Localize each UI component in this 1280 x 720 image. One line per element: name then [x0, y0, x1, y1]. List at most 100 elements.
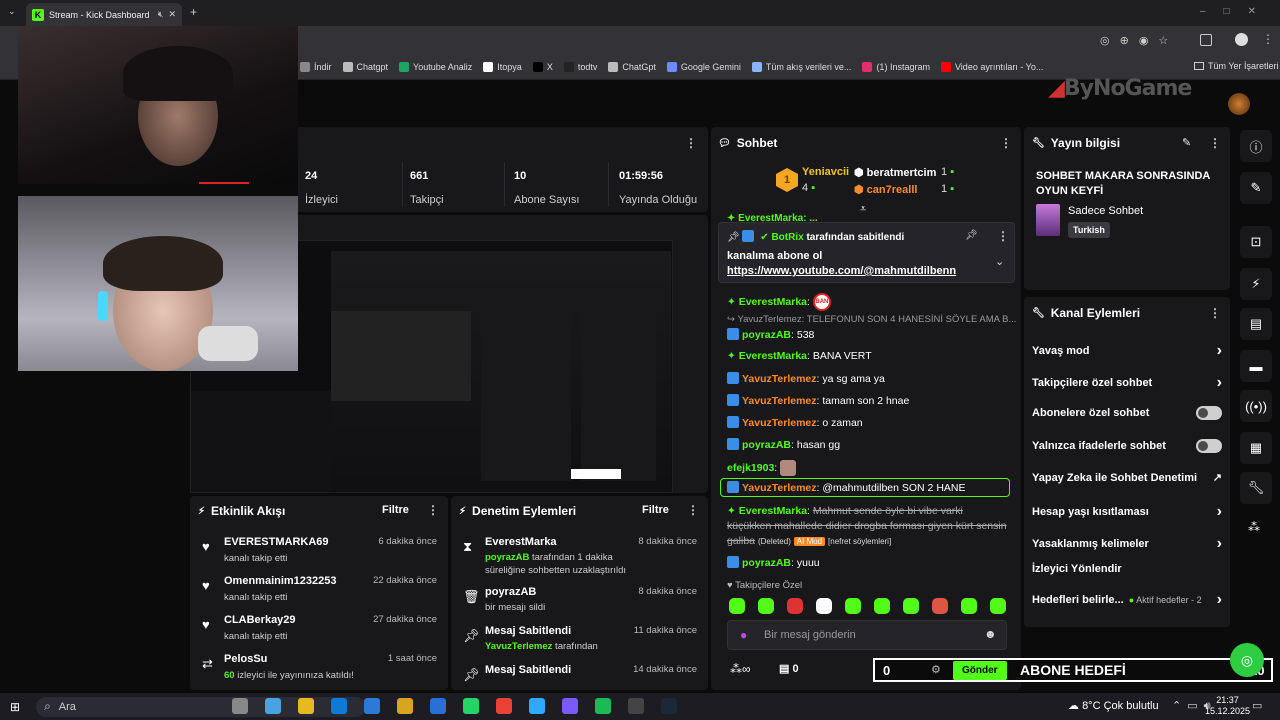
microphone-icon[interactable]: ● — [740, 628, 747, 642]
chat-message[interactable]: poyrazAB: hasan gg — [727, 438, 840, 451]
emote-icon[interactable] — [990, 598, 1006, 614]
wrench-icon[interactable]: 🔧︎ — [1240, 472, 1272, 504]
bookmark-item[interactable]: Tüm akış verileri ve... — [751, 62, 851, 72]
bookmark-item[interactable]: Google Gemini — [666, 62, 741, 72]
layout-icon[interactable]: ▦ — [1240, 432, 1272, 464]
pencil-icon[interactable]: ✎ — [1240, 172, 1272, 204]
edit-icon[interactable]: ✎ — [1182, 136, 1191, 149]
bookmark-item[interactable]: Youtube Analiz — [399, 62, 472, 72]
menu-icon[interactable]: ⋮ — [1262, 32, 1274, 46]
emote-icon[interactable] — [845, 598, 861, 614]
pinned-link[interactable]: https://www.youtube.com/@mahmutdilbenn — [727, 265, 956, 277]
points-icon[interactable]: ⁂∞ — [730, 662, 751, 676]
bookmark-item[interactable]: Video ayrıntıları - Yo... — [940, 62, 1043, 72]
channel-action-item[interactable]: Yapay Zeka ile Sohbet Denetimi ↗ — [1032, 471, 1222, 485]
event-item[interactable]: ⇄ PelosSu 60 izleyici ile yayınınıza katıl… — [202, 653, 437, 681]
weather-widget[interactable]: ☁ 8°C Çok bulutlu — [1068, 699, 1159, 712]
broadcast-icon[interactable]: ((•)) — [1240, 390, 1272, 422]
chat-message[interactable]: YavuzTerlemez: tamam son 2 hnae — [727, 394, 909, 407]
toggle-switch[interactable] — [1196, 439, 1222, 453]
emote-icon[interactable] — [932, 598, 948, 614]
extensions-icon[interactable] — [1200, 34, 1212, 46]
window-controls[interactable]: –□✕ — [1200, 6, 1274, 17]
bookmark-item[interactable]: X — [532, 62, 553, 72]
chat-message[interactable]: YavuzTerlemez: @mahmutdilben SON 2 HANE — [720, 478, 1010, 497]
event-filter-button[interactable]: Filtre — [382, 504, 409, 516]
taskbar-app-icon[interactable] — [661, 698, 677, 714]
chat-reply-preview[interactable]: ↪ YavuzTerlemez: TELEFONUN SON 4 HANESİN… — [727, 314, 1016, 325]
bookmark-item[interactable]: (1) Instagram — [862, 62, 930, 72]
event-item[interactable]: ♥ EVERESTMARKA69 kanalı takip etti 6 dakika… — [202, 536, 437, 564]
emote-icon[interactable] — [729, 598, 745, 614]
windows-start-icon[interactable]: ⊞ — [10, 700, 20, 714]
bookmark-item[interactable]: Chatgpt — [342, 62, 388, 72]
emoji-icon[interactable]: ☻ — [984, 627, 997, 641]
chat-input[interactable]: ● Bir mesaj gönderin ☻ — [727, 620, 1007, 650]
bookmark-item[interactable]: İndir — [300, 62, 332, 72]
emote-icon[interactable] — [874, 598, 890, 614]
channel-action-item[interactable]: Hedefleri belirle... ● Aktif hedefler - 2… — [1032, 591, 1222, 609]
emote-icon[interactable] — [903, 598, 919, 614]
moderation-menu-icon[interactable]: ⋮ — [687, 503, 699, 517]
new-tab-button[interactable]: + — [190, 5, 197, 19]
bookmark-item[interactable]: ChatGpt — [608, 62, 656, 72]
stats-menu-icon[interactable]: ⋮ — [685, 136, 697, 150]
taskbar-app-icon[interactable] — [232, 698, 248, 714]
channel-actions-menu-icon[interactable]: ⋮ — [1209, 306, 1221, 320]
taskbar-app-icon[interactable] — [496, 698, 512, 714]
emote-icon[interactable] — [758, 598, 774, 614]
emote-icon[interactable] — [961, 598, 977, 614]
event-item[interactable]: ♥ Omenmainim1232253 kanalı takip etti 22 da… — [202, 575, 437, 603]
notes-icon[interactable]: ▤ — [1240, 308, 1272, 340]
bookmark-item[interactable]: Itopya — [483, 62, 522, 72]
channel-action-item[interactable]: Hesap yaşı kısıtlaması › — [1032, 503, 1222, 521]
emote-icon[interactable] — [816, 598, 832, 614]
unpin-icon[interactable]: 📌︎ — [965, 230, 978, 241]
goal-settings-icon[interactable]: ⚙ — [931, 663, 941, 676]
info-icon[interactable]: ⓘ — [1240, 130, 1272, 162]
taskbar-app-icon[interactable] — [562, 698, 578, 714]
moderation-item[interactable]: 📌︎ Mesaj Sabitlendi 14 dakika önce — [463, 664, 697, 682]
taskbar-app-icon[interactable] — [463, 698, 479, 714]
address-bar-icons[interactable]: ◎⊕◉☆ — [1100, 34, 1178, 47]
channel-action-item[interactable]: Yasaklanmış kelimeler › — [1032, 535, 1222, 553]
profile-icon[interactable] — [1235, 33, 1248, 46]
avatar[interactable] — [1228, 93, 1250, 115]
moderation-filter-button[interactable]: Filtre — [642, 504, 669, 516]
taskbar-app-icon[interactable] — [364, 698, 380, 714]
close-tab-icon[interactable]: ✕ — [168, 9, 176, 20]
moderation-item[interactable]: 🗑︎ poyrazAB bir mesajı sildi 8 dakika önce — [463, 586, 697, 614]
channel-action-item[interactable]: İzleyici Yönlendir — [1032, 563, 1222, 575]
expand-pinned-icon[interactable]: ⌄ — [995, 255, 1004, 268]
all-bookmarks[interactable]: Tüm Yer İşaretleri — [1194, 61, 1279, 71]
chat-message[interactable]: YavuzTerlemez: o zaman — [727, 416, 863, 429]
channel-action-item[interactable]: Abonelere özel sohbet — [1032, 406, 1222, 420]
chat-message[interactable]: ✦ EverestMarka: BANA VERT — [727, 350, 872, 362]
taskbar-app-icon[interactable] — [595, 698, 611, 714]
mute-icon[interactable]: 🔇︎ — [158, 9, 164, 20]
bookmark-item[interactable]: todtv — [563, 62, 597, 72]
pinned-message[interactable]: 📌︎ ✔ BotRix tarafından sabitlendi 📌︎ ⋮ k… — [718, 222, 1015, 283]
send-button[interactable]: Gönder — [953, 661, 1007, 680]
channel-action-item[interactable]: Yalnızca ifadelerle sohbet — [1032, 439, 1222, 453]
taskbar-app-icon[interactable] — [265, 698, 281, 714]
chat-message[interactable]: poyrazAB: yuuu — [727, 556, 820, 569]
tab-list-icon[interactable]: ⌄ — [8, 6, 16, 17]
camera-icon[interactable]: ⊡ — [1240, 226, 1272, 258]
taskbar-app-icon[interactable] — [628, 698, 644, 714]
emote-icon[interactable] — [787, 598, 803, 614]
toggle-switch[interactable] — [1196, 406, 1222, 420]
moderation-item[interactable]: ⧗ EverestMarka poyrazAB tarafından 1 dakik… — [463, 536, 697, 577]
chat-message[interactable]: poyrazAB: 538 — [727, 328, 814, 341]
pinned-menu-icon[interactable]: ⋮ — [997, 229, 1009, 243]
chat-bubble-icon[interactable]: ▬ — [1240, 350, 1272, 382]
taskbar-app-icon[interactable] — [298, 698, 314, 714]
channel-action-item[interactable]: Yavaş mod › — [1032, 342, 1222, 360]
clock[interactable]: 21:37 15.12.2025 — [1205, 695, 1250, 717]
event-item[interactable]: ♥ CLABerkay29 kanalı takip etti 27 dakika ö… — [202, 614, 437, 642]
event-menu-icon[interactable]: ⋮ — [427, 503, 439, 517]
chat-message[interactable]: YavuzTerlemez: ya sg ama ya — [727, 372, 885, 385]
chat-message[interactable]: efejk1903: — [727, 460, 797, 476]
taskbar-app-icon[interactable] — [331, 698, 347, 714]
taskbar-app-icon[interactable] — [430, 698, 446, 714]
